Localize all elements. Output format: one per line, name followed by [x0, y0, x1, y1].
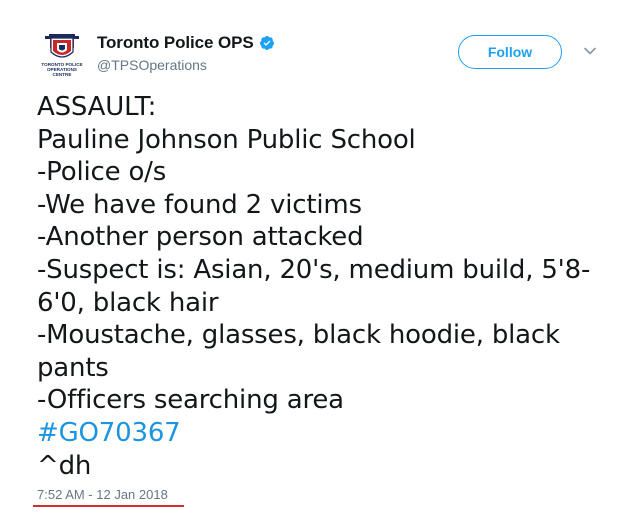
- tweet-timestamp[interactable]: 7:52 AM - 12 Jan 2018: [37, 487, 168, 502]
- tweet-header: TORONTO POLICE OPERATIONS CENTRE Toronto…: [35, 28, 605, 84]
- tweet-line: -Moustache, glasses, black hoodie, black…: [37, 320, 560, 383]
- hashtag-link[interactable]: #GO70367: [37, 418, 181, 448]
- author-names: Toronto Police OPS @TPSOperations: [97, 32, 275, 73]
- tweet-line: -Officers searching area: [37, 385, 344, 416]
- tweet-card: TORONTO POLICE OPERATIONS CENTRE Toronto…: [0, 0, 629, 518]
- tweet-line: Pauline Johnson Public School: [37, 124, 416, 155]
- avatar-caption: TORONTO POLICE OPERATIONS CENTRE: [35, 62, 89, 77]
- tweet-signature: ^dh: [37, 450, 92, 481]
- display-name-row: Toronto Police OPS: [97, 32, 275, 54]
- tweet-line: -Police o/s: [37, 157, 167, 188]
- annotation-underline: [33, 505, 184, 507]
- tweet-line: -We have found 2 victims: [37, 189, 362, 220]
- avatar-caption-line: CENTRE: [52, 72, 72, 77]
- tweet-line: -Suspect is: Asian, 20's, medium build, …: [37, 254, 591, 318]
- avatar[interactable]: TORONTO POLICE OPERATIONS CENTRE: [35, 28, 89, 82]
- tweet-line: ASSAULT:: [37, 92, 157, 122]
- follow-button[interactable]: Follow: [458, 35, 562, 69]
- tweet-line: -Another person attacked: [37, 222, 364, 253]
- display-name[interactable]: Toronto Police OPS: [97, 33, 254, 53]
- author-handle[interactable]: @TPSOperations: [97, 57, 275, 73]
- verified-badge-icon: [259, 36, 274, 50]
- chevron-down-icon[interactable]: [581, 42, 599, 60]
- tweet-text: ASSAULT: Pauline Johnson Public School -…: [37, 91, 612, 482]
